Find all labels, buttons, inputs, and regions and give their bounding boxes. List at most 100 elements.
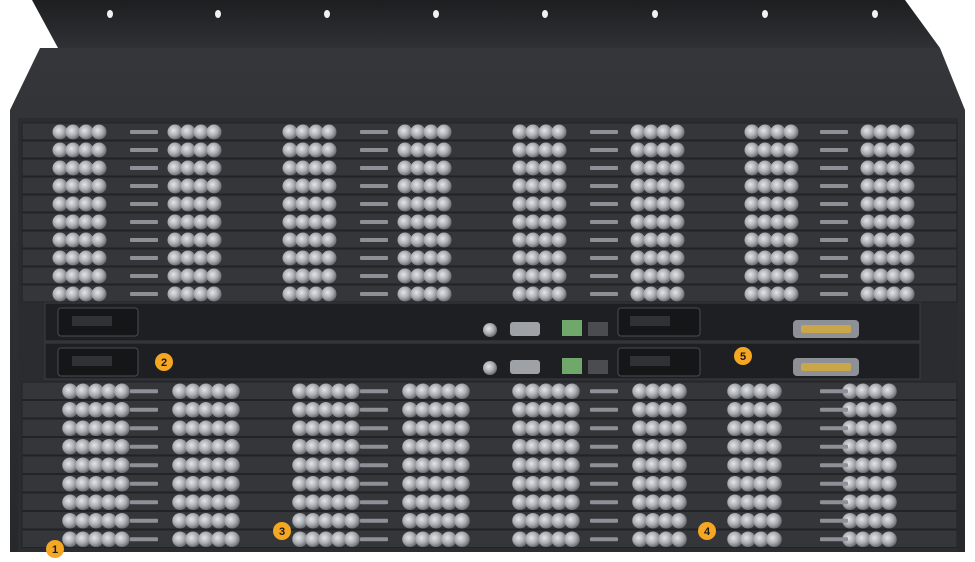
chassis-illustration: 1 2 3 4 5 bbox=[10, 0, 965, 558]
ribbon-header bbox=[360, 274, 388, 278]
ribbon-header bbox=[590, 220, 618, 224]
bnc-connector bbox=[744, 268, 760, 284]
bnc-connector bbox=[454, 513, 470, 529]
bnc-connector bbox=[512, 196, 528, 212]
ribbon-header bbox=[820, 537, 848, 542]
ribbon-header bbox=[360, 238, 388, 242]
bnc-connector bbox=[167, 196, 183, 212]
bnc-connector bbox=[78, 124, 94, 140]
bnc-connector bbox=[656, 214, 672, 230]
bnc-connector bbox=[423, 268, 439, 284]
power-module-top bbox=[44, 302, 921, 342]
bnc-connector bbox=[671, 420, 687, 436]
ribbon-header bbox=[360, 256, 388, 260]
bnc-connector bbox=[436, 268, 452, 284]
card-row bbox=[21, 266, 958, 285]
callout-badge-1: 1 bbox=[46, 540, 64, 558]
ribbon-header bbox=[360, 292, 388, 296]
bnc-connector bbox=[538, 196, 554, 212]
mounting-hole bbox=[107, 10, 113, 18]
bnc-connector bbox=[766, 457, 782, 473]
ribbon-header bbox=[130, 184, 158, 188]
bnc-connector bbox=[193, 268, 209, 284]
bnc-connector bbox=[860, 142, 876, 158]
bnc-connector bbox=[423, 178, 439, 194]
bnc-connector bbox=[397, 142, 413, 158]
bnc-connector bbox=[454, 420, 470, 436]
bnc-connector bbox=[671, 457, 687, 473]
bnc-connector bbox=[744, 250, 760, 266]
bnc-connector bbox=[206, 142, 222, 158]
bnc-connector bbox=[899, 214, 915, 230]
bnc-connector bbox=[91, 286, 107, 302]
bnc-connector bbox=[321, 214, 337, 230]
bnc-connector bbox=[766, 513, 782, 529]
bnc-connector bbox=[873, 250, 889, 266]
bnc-connector bbox=[91, 250, 107, 266]
bnc-connector bbox=[564, 383, 580, 399]
bnc-connector bbox=[766, 439, 782, 455]
bnc-connector bbox=[114, 402, 130, 418]
bnc-connector bbox=[114, 420, 130, 436]
ribbon-header bbox=[590, 148, 618, 152]
bnc-connector bbox=[397, 196, 413, 212]
bnc-connector bbox=[899, 286, 915, 302]
bnc-connector bbox=[193, 232, 209, 248]
bnc-connector bbox=[643, 142, 659, 158]
bnc-connector bbox=[167, 178, 183, 194]
top-mounting-flange bbox=[32, 0, 940, 48]
bnc-connector bbox=[770, 160, 786, 176]
bnc-connector bbox=[770, 268, 786, 284]
bnc-connector bbox=[757, 232, 773, 248]
callout-number-3: 3 bbox=[279, 526, 285, 538]
bnc-connector bbox=[564, 402, 580, 418]
ribbon-header bbox=[820, 166, 848, 170]
bnc-connector bbox=[564, 494, 580, 510]
bnc-connector bbox=[860, 196, 876, 212]
bnc-connector bbox=[757, 178, 773, 194]
bnc-connector bbox=[564, 439, 580, 455]
card-row bbox=[21, 529, 958, 548]
bnc-connector bbox=[783, 124, 799, 140]
ribbon-header bbox=[590, 500, 618, 505]
bnc-connector bbox=[91, 142, 107, 158]
ribbon-header bbox=[130, 518, 158, 523]
bnc-connector bbox=[656, 286, 672, 302]
bnc-connector bbox=[193, 196, 209, 212]
bnc-connector bbox=[525, 232, 541, 248]
bnc-connector bbox=[525, 142, 541, 158]
ribbon-header bbox=[130, 148, 158, 152]
ribbon-header bbox=[820, 238, 848, 242]
bnc-connector bbox=[282, 160, 298, 176]
bnc-connector bbox=[206, 232, 222, 248]
bnc-connector bbox=[886, 124, 902, 140]
bnc-connector bbox=[91, 214, 107, 230]
bnc-connector bbox=[180, 268, 196, 284]
bnc-connector bbox=[65, 268, 81, 284]
bnc-connector bbox=[436, 232, 452, 248]
bnc-connector bbox=[397, 286, 413, 302]
ribbon-header bbox=[820, 407, 848, 412]
bnc-connector bbox=[770, 232, 786, 248]
bnc-connector bbox=[295, 160, 311, 176]
ribbon-header bbox=[820, 389, 848, 394]
bnc-connector bbox=[630, 124, 646, 140]
bnc-connector bbox=[295, 142, 311, 158]
bnc-connector bbox=[630, 160, 646, 176]
bnc-connector bbox=[873, 232, 889, 248]
card-row bbox=[21, 122, 958, 141]
bnc-connector bbox=[436, 142, 452, 158]
bnc-connector bbox=[512, 124, 528, 140]
bnc-connector bbox=[656, 178, 672, 194]
bnc-connector bbox=[193, 178, 209, 194]
bnc-connector bbox=[224, 531, 240, 547]
bnc-connector bbox=[65, 196, 81, 212]
bnc-connector bbox=[397, 250, 413, 266]
card-row bbox=[21, 418, 958, 437]
bnc-connector bbox=[525, 178, 541, 194]
bnc-connector bbox=[282, 178, 298, 194]
bnc-connector bbox=[224, 402, 240, 418]
bnc-connector bbox=[436, 124, 452, 140]
ribbon-header bbox=[130, 292, 158, 296]
bnc-connector bbox=[78, 196, 94, 212]
